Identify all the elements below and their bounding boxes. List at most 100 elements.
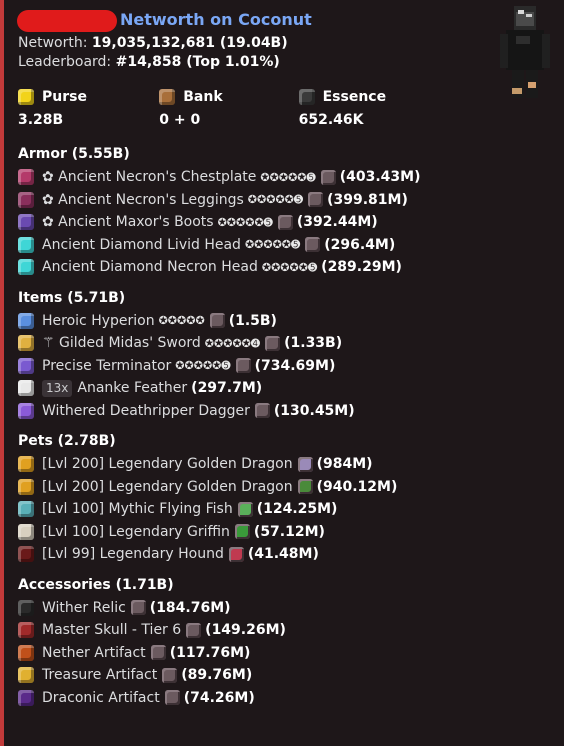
embed-title[interactable]: Networth on Coconut <box>120 10 312 29</box>
item-name: Ananke Feather <box>77 380 188 397</box>
item-stars: ✪✪✪✪✪➎ <box>260 170 316 184</box>
accessories-row: Treasure Artifact (89.76M) <box>18 664 564 687</box>
gemstone-icon <box>254 403 270 419</box>
item-value: (1.5B) <box>228 312 277 329</box>
embed-accent-bar <box>0 0 4 746</box>
armor-row: ✿ Ancient Necron's Chestplate ✪✪✪✪✪➎ (403.… <box>18 166 564 189</box>
item-name: Draconic Artifact <box>42 689 160 706</box>
armor-row: ✿ Ancient Maxor's Boots ✪✪✪✪✪➎ (392.44M) <box>18 211 564 234</box>
treasure-artifact-icon <box>18 667 34 684</box>
section-title-accessories: Accessories (1.71B) <box>18 576 174 593</box>
redacted-username <box>17 10 117 32</box>
item-value: (124.25M) <box>256 501 338 518</box>
item-name: Master Skull - Tier 6 <box>42 622 182 639</box>
item-name: ✿ Ancient Necron's Leggings <box>42 191 244 208</box>
gemstone-icon <box>320 169 336 185</box>
section-title-items: Items (5.71B) <box>18 289 126 306</box>
chest-icon <box>159 89 176 105</box>
pets-row: [Lvl 99] Legendary Hound (41.48M) <box>18 543 564 566</box>
gemstone-icon <box>235 358 251 374</box>
item-value: (296.4M) <box>324 236 396 253</box>
hound-icon <box>18 546 34 563</box>
stat-label-text: Essence <box>322 89 387 105</box>
item-name: Nether Artifact <box>42 644 146 661</box>
item-name: ✿ Ancient Necron's Chestplate <box>42 169 257 186</box>
item-value: (399.81M) <box>327 191 408 208</box>
networth-embed: Networth on Coconut Networth: 19,035,132… <box>0 0 564 746</box>
item-value: (89.76M) <box>181 667 253 684</box>
item-name: [Lvl 200] Legendary Golden Dragon <box>42 456 293 473</box>
pets-row: [Lvl 100] Legendary Griffin (57.12M) <box>18 521 564 544</box>
gemstone-icon <box>308 192 324 208</box>
pets-row: [Lvl 200] Legendary Golden Dragon (940.12… <box>18 476 564 499</box>
items-row: Heroic Hyperion ✪✪✪✪✪ (1.5B) <box>18 310 564 333</box>
item-count-badge: 13x <box>42 379 73 397</box>
item-name: Withered Deathripper Dagger <box>42 402 250 419</box>
gemstone-icon <box>209 313 225 329</box>
item-name: Heroic Hyperion <box>42 312 155 329</box>
stat-essence: Essence 652.46K <box>298 88 438 129</box>
leaderboard-line: Leaderboard: #14,858 (Top 1.01%) <box>18 53 564 72</box>
item-value: (734.69M) <box>254 357 336 374</box>
gemstone-icon <box>164 690 180 706</box>
networth-value: 19,035,132,681 (19.04B) <box>91 35 288 51</box>
pets-row: [Lvl 100] Mythic Flying Fish (124.25M) <box>18 498 564 521</box>
item-value: (149.26M) <box>205 622 286 639</box>
item-value: (130.45M) <box>273 402 355 419</box>
item-name: [Lvl 200] Legendary Golden Dragon <box>42 478 293 495</box>
hyperion-sword-icon <box>18 312 34 329</box>
draconic-artifact-icon <box>18 689 34 706</box>
item-stars: ✪✪✪✪✪➎ <box>261 260 318 274</box>
item-value: (403.43M) <box>339 169 421 186</box>
item-value: (289.29M) <box>321 259 402 276</box>
item-stars: ✪✪✪✪✪➎ <box>247 193 304 207</box>
stat-label: Essence <box>298 88 438 106</box>
accessories-row: Nether Artifact (117.76M) <box>18 642 564 665</box>
player-skin-avatar <box>500 6 550 98</box>
midas-sword-icon <box>18 335 34 352</box>
gemstone-icon <box>162 667 178 683</box>
item-value: (984M) <box>316 456 373 473</box>
diamond-head-icon <box>18 259 34 276</box>
item-name: Wither Relic <box>42 599 126 616</box>
stat-value: 0 + 0 <box>159 112 201 128</box>
item-value: (940.12M) <box>316 478 398 495</box>
feather-icon <box>18 380 34 397</box>
armor-row: ✿ Ancient Necron's Leggings ✪✪✪✪✪➎ (399.81… <box>18 189 564 212</box>
stat-bank: Bank 0 + 0 <box>159 88 298 129</box>
gemstone-icon <box>305 237 321 253</box>
griffin-icon <box>18 523 34 540</box>
stat-value: 3.28B <box>18 112 64 128</box>
terminator-bow-icon <box>18 357 34 374</box>
section-title-pets: Pets (2.78B) <box>18 433 116 449</box>
flying-fish-icon <box>18 501 34 518</box>
item-stars: ✪✪✪✪✪➍ <box>204 336 261 350</box>
accessories-row: Draconic Artifact (74.26M) <box>18 687 564 710</box>
gemstone-icon <box>277 214 293 230</box>
stat-purse: Purse 3.28B <box>18 88 159 129</box>
pets-row: [Lvl 200] Legendary Golden Dragon (984M) <box>18 453 564 476</box>
item-value: (117.76M) <box>169 644 251 661</box>
section-title-armor: Armor (5.55B) <box>18 146 130 162</box>
stats-row: Purse 3.28B Bank 0 + 0 Essence 652.46K <box>18 88 438 129</box>
pet-item-icon <box>237 501 253 517</box>
necron-leggings-icon <box>18 191 34 208</box>
item-value: (184.76M) <box>149 599 231 616</box>
item-name: ✿ Ancient Maxor's Boots <box>42 214 214 231</box>
stat-label-text: Purse <box>42 89 87 105</box>
nether-artifact-icon <box>18 644 34 661</box>
item-value: (41.48M) <box>247 546 319 563</box>
item-name: Ancient Diamond Necron Head <box>42 259 258 276</box>
diamond-head-icon <box>18 236 34 253</box>
item-value: (1.33B) <box>284 335 343 352</box>
item-name: [Lvl 100] Legendary Griffin <box>42 523 230 540</box>
item-name: ⚚ Gilded Midas' Sword <box>42 335 201 352</box>
maxor-boots-icon <box>18 214 34 231</box>
accessories-row: Master Skull - Tier 6 (149.26M) <box>18 619 564 642</box>
gemstone-icon <box>265 335 281 351</box>
item-value: (57.12M) <box>253 523 325 540</box>
pet-item-icon <box>297 479 313 495</box>
item-stars: ✪✪✪✪✪ <box>158 314 205 328</box>
networth-line: Networth: 19,035,132,681 (19.04B) <box>18 34 564 53</box>
wither-essence-icon <box>298 89 315 105</box>
